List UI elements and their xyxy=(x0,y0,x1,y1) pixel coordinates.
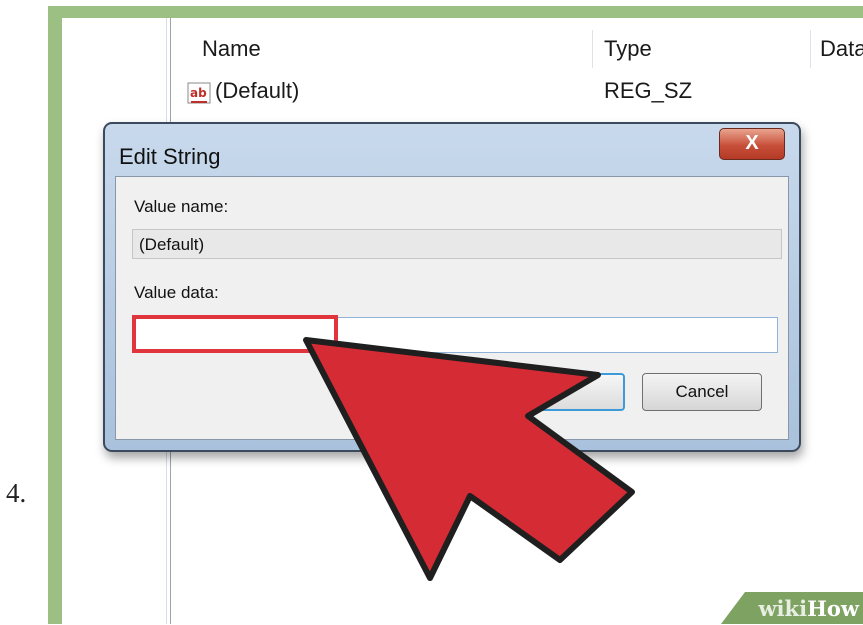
registry-row-type: REG_SZ xyxy=(604,78,693,103)
close-button[interactable]: X xyxy=(719,128,785,160)
value-name-label: Value name: xyxy=(134,197,229,216)
column-header-type[interactable]: Type xyxy=(604,36,652,62)
svg-text:ab: ab xyxy=(190,86,207,100)
column-header-name[interactable]: Name xyxy=(202,36,261,62)
step-number: 4. xyxy=(6,478,27,508)
edit-string-dialog: Edit String X Value name: (Default) Valu… xyxy=(103,122,801,452)
value-data-label: Value data: xyxy=(134,283,219,302)
wikihow-watermark: wikiHow xyxy=(703,586,863,624)
string-value-icon: ab xyxy=(187,82,211,104)
ok-button[interactable] xyxy=(521,373,625,411)
dialog-body: Value name: (Default) Value data: Cancel xyxy=(115,176,789,440)
registry-row-name[interactable]: (Default) xyxy=(215,78,299,104)
value-name-field: (Default) xyxy=(132,229,782,259)
column-header-data[interactable]: Data xyxy=(820,36,863,62)
value-data-highlight xyxy=(132,315,338,353)
cancel-button[interactable]: Cancel xyxy=(642,373,762,411)
dialog-title: Edit String xyxy=(119,144,221,169)
